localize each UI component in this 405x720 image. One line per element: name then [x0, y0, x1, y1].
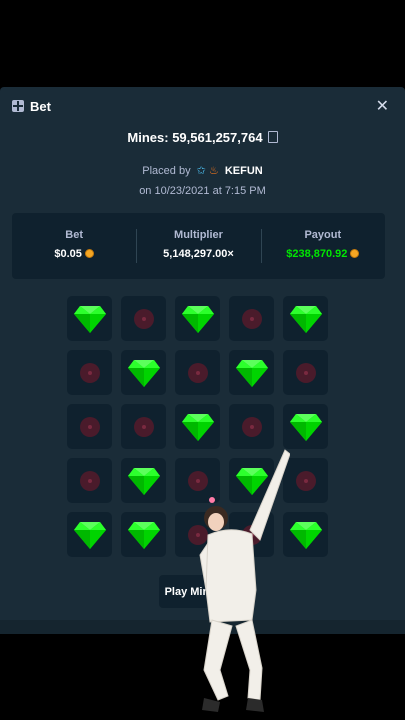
mine-icon: [295, 362, 316, 383]
stats-panel: Bet $0.05 Multiplier 5,148,297.00× Payou…: [12, 213, 385, 279]
copy-icon[interactable]: [267, 131, 278, 143]
gem-icon: [235, 358, 269, 388]
grid-tile-mine[interactable]: [67, 350, 112, 395]
payout-amount-row: $238,870.92: [261, 248, 385, 260]
grid-tile-mine[interactable]: [121, 296, 166, 341]
mine-icon: [79, 416, 100, 437]
mine-icon: [79, 470, 100, 491]
coin-icon: [350, 249, 360, 258]
grid-tile-gem[interactable]: [121, 458, 166, 503]
grid-tile-mine[interactable]: [67, 404, 112, 449]
mines-game-id: Mines: 59,561,257,764: [0, 130, 405, 145]
mine-icon: [133, 416, 154, 437]
mines-label: Mines:: [127, 130, 173, 145]
gem-icon: [289, 412, 323, 442]
bet-label: Bet: [65, 229, 84, 241]
mine-icon: [79, 362, 100, 383]
gem-icon: [289, 520, 323, 550]
gem-icon: [289, 304, 323, 334]
bet-stat: Bet $0.05: [12, 213, 136, 279]
grid-tile-mine[interactable]: [229, 296, 274, 341]
gem-icon: [127, 520, 161, 550]
mine-icon: [187, 362, 208, 383]
bet-icon: [12, 100, 24, 112]
grid-tile-gem[interactable]: [175, 296, 220, 341]
username-link[interactable]: KEFUN: [225, 165, 263, 177]
grid-tile-mine[interactable]: [121, 404, 166, 449]
payout-label: Payout: [304, 229, 342, 241]
close-icon[interactable]: ✕: [376, 96, 389, 116]
gem-icon: [127, 466, 161, 496]
mine-icon: [133, 308, 154, 329]
grid-tile-mine[interactable]: [175, 350, 220, 395]
gem-icon: [181, 304, 215, 334]
bet-date: on 10/23/2021 at 7:15 PM: [139, 185, 266, 197]
placed-by-line: Placed by ✩ ♨ KEFUN: [0, 164, 405, 177]
grid-tile-gem[interactable]: [229, 350, 274, 395]
gem-icon: [73, 304, 107, 334]
modal-title: Bet: [30, 98, 51, 114]
vip-star-icon: ✩: [196, 165, 206, 177]
mine-icon: [295, 470, 316, 491]
grid-tile-mine[interactable]: [283, 350, 328, 395]
payout-stat: Payout $238,870.92: [260, 213, 385, 279]
bet-value: $0.05: [54, 248, 82, 260]
payout-value: $238,870.92: [286, 248, 348, 260]
dancing-person-overlay: [199, 449, 290, 712]
mine-icon: [241, 308, 262, 329]
grid-tile-gem[interactable]: [67, 512, 112, 557]
game-id-value: 59,561,257,764: [172, 130, 263, 145]
multiplier-value: 5,148,297.00×: [163, 248, 234, 260]
placed-by-label: Placed by: [142, 165, 191, 177]
grid-tile-gem[interactable]: [121, 512, 166, 557]
gem-icon: [127, 358, 161, 388]
multiplier-stat: Multiplier 5,148,297.00×: [136, 213, 260, 279]
grid-tile-gem[interactable]: [283, 296, 328, 341]
multiplier-label: Multiplier: [174, 229, 223, 241]
grid-tile-gem[interactable]: [121, 350, 166, 395]
grid-tile-mine[interactable]: [67, 458, 112, 503]
fire-icon: ♨: [208, 165, 219, 177]
coin-icon: [84, 249, 94, 258]
bet-amount-row: $0.05: [12, 248, 136, 260]
grid-tile-gem[interactable]: [67, 296, 112, 341]
modal-header: Bet: [12, 97, 51, 115]
gem-icon: [73, 520, 107, 550]
